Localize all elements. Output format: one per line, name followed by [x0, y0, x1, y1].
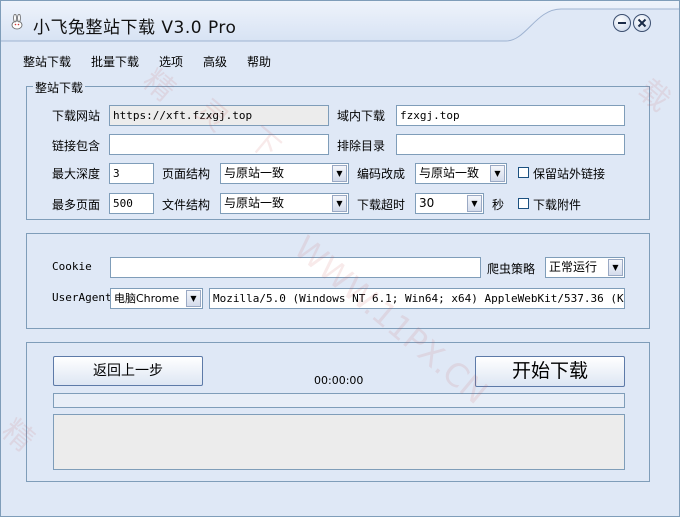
menu-site-download[interactable]: 整站下载: [23, 53, 71, 70]
checkbox-box[interactable]: [518, 198, 529, 209]
page-struct-value: 与原站一致: [224, 166, 285, 180]
close-icon: [637, 18, 647, 28]
page-struct-select[interactable]: 与原站一致 ▼: [220, 163, 349, 184]
include-input[interactable]: [109, 134, 329, 155]
exclude-input[interactable]: [396, 134, 625, 155]
timeout-unit: 秒: [492, 198, 505, 212]
chevron-down-icon[interactable]: ▼: [332, 165, 347, 182]
encoding-select[interactable]: 与原站一致 ▼: [415, 163, 507, 184]
strategy-value: 正常运行: [549, 260, 598, 274]
chevron-down-icon[interactable]: ▼: [608, 259, 623, 276]
close-button[interactable]: [633, 14, 651, 32]
progress-bar: [53, 393, 625, 408]
depth-label: 最大深度: [52, 167, 101, 181]
elapsed-time: 00:00:00: [314, 374, 364, 387]
main-window: 小飞兔整站下载 V3.0 Pro 整站下载 批量下载 选项 高级 帮助 整站下载…: [0, 0, 680, 517]
useragent-input[interactable]: Mozilla/5.0 (Windows NT 6.1; Win64; x64)…: [209, 288, 625, 309]
ua-type-value: 电脑Chrome: [114, 292, 180, 305]
useragent-label: UserAgent: [52, 291, 112, 304]
menu-batch-download[interactable]: 批量下载: [91, 53, 139, 70]
site-url-input[interactable]: https://xft.fzxgj.top: [109, 105, 329, 126]
title-bar[interactable]: 小飞兔整站下载 V3.0 Pro: [1, 1, 679, 45]
site-download-group: 整站下载 下载网站 https://xft.fzxgj.top 域内下载 fzx…: [26, 79, 650, 220]
ua-type-select[interactable]: 电脑Chrome ▼: [110, 288, 203, 309]
max-pages-input[interactable]: 500: [109, 193, 154, 214]
strategy-select[interactable]: 正常运行 ▼: [545, 257, 625, 278]
window-title: 小飞兔整站下载 V3.0 Pro: [33, 18, 237, 38]
chevron-down-icon[interactable]: ▼: [467, 195, 482, 212]
minimize-button[interactable]: [613, 14, 631, 32]
minimize-icon: [618, 22, 626, 24]
cookie-input[interactable]: [110, 257, 481, 278]
menu-help[interactable]: 帮助: [247, 53, 271, 70]
domain-label: 域内下载: [337, 109, 386, 123]
cookie-label: Cookie: [52, 260, 92, 273]
chevron-down-icon[interactable]: ▼: [490, 165, 505, 182]
file-struct-label: 文件结构: [162, 198, 211, 212]
encoding-label: 编码改成: [357, 167, 406, 181]
progress-group: 返回上一步 00:00:00 开始下载: [26, 342, 650, 482]
attachments-label: 下载附件: [533, 198, 582, 212]
max-pages-label: 最多页面: [52, 198, 101, 212]
request-settings-group: Cookie 爬虫策略 正常运行 ▼ UserAgent 电脑Chrome ▼ …: [26, 233, 650, 329]
menu-bar: 整站下载 批量下载 选项 高级 帮助: [1, 49, 679, 71]
file-struct-select[interactable]: 与原站一致 ▼: [220, 193, 349, 214]
file-struct-value: 与原站一致: [224, 196, 285, 210]
chevron-down-icon[interactable]: ▼: [332, 195, 347, 212]
page-struct-label: 页面结构: [162, 167, 211, 181]
encoding-value: 与原站一致: [419, 166, 480, 180]
include-label: 链接包含: [52, 139, 101, 153]
timeout-select[interactable]: 30 ▼: [415, 193, 484, 214]
timeout-value: 30: [419, 196, 435, 210]
domain-input[interactable]: fzxgj.top: [396, 105, 625, 126]
timeout-label: 下载超时: [357, 198, 406, 212]
rabbit-icon: [11, 14, 23, 30]
keep-external-label: 保留站外链接: [533, 167, 606, 181]
strategy-label: 爬虫策略: [487, 262, 536, 276]
group-title: 整站下载: [33, 79, 86, 96]
checkbox-box[interactable]: [518, 167, 529, 178]
exclude-label: 排除目录: [337, 139, 386, 153]
start-download-button[interactable]: 开始下载: [475, 356, 625, 387]
site-label: 下载网站: [52, 109, 101, 123]
back-button[interactable]: 返回上一步: [53, 356, 203, 386]
menu-advanced[interactable]: 高级: [203, 53, 227, 70]
menu-options[interactable]: 选项: [159, 53, 183, 70]
chevron-down-icon[interactable]: ▼: [186, 290, 201, 307]
log-output[interactable]: [53, 414, 625, 470]
depth-input[interactable]: 3: [109, 163, 154, 184]
